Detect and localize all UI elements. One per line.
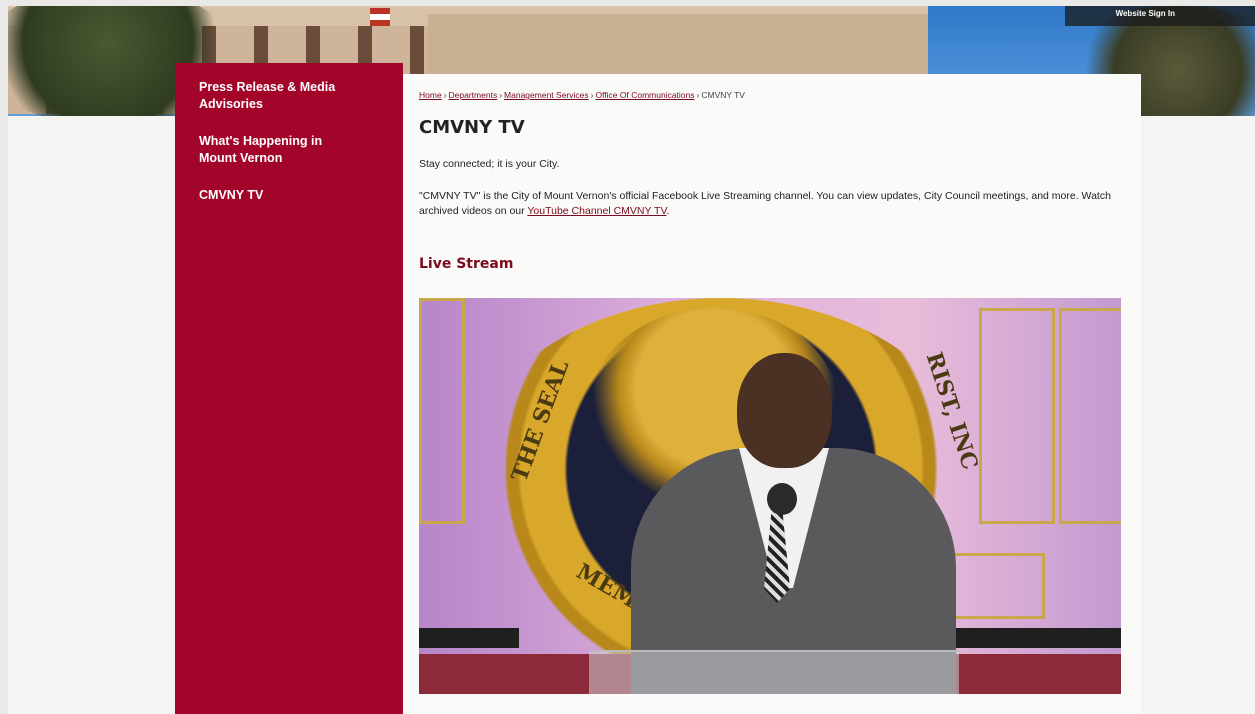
sidebar-item-press-release[interactable]: Press Release & Media Advisories [175, 79, 373, 113]
breadcrumb-departments[interactable]: Departments [449, 90, 498, 100]
breadcrumb: Home › Departments › Management Services › Off… [419, 90, 745, 100]
breadcrumb-separator: › [696, 90, 700, 100]
breadcrumb-management-services[interactable]: Management Services [504, 90, 589, 100]
breadcrumb-separator: › [590, 90, 594, 100]
page-tagline: Stay connected; it is your City. [419, 158, 560, 170]
page-description: "CMVNY TV" is the City of Mount Vernon's… [419, 189, 1119, 219]
page-title: CMVNY TV [419, 117, 525, 138]
breadcrumb-current: CMVNY TV [701, 90, 745, 100]
microphone-icon [767, 483, 797, 515]
live-stream-video[interactable]: THE SEAL RIST, INC MEM [419, 298, 1121, 694]
main-content: Home › Departments › Management Services › Off… [403, 74, 1141, 714]
sidebar-item-cmvny-tv[interactable]: CMVNY TV [175, 187, 403, 204]
breadcrumb-separator: › [499, 90, 503, 100]
screen: Website Sign In Press Release & Media Ad… [8, 6, 1255, 714]
breadcrumb-separator: › [443, 90, 447, 100]
website-sign-in-link[interactable]: Website Sign In [1116, 9, 1175, 18]
breadcrumb-home[interactable]: Home [419, 90, 442, 100]
top-utility-bar: Website Sign In [1065, 6, 1255, 26]
description-text: "CMVNY TV" is the City of Mount Vernon's… [419, 190, 1111, 217]
sidebar-item-whats-happening[interactable]: What's Happening in Mount Vernon [175, 133, 383, 167]
description-end: . [666, 205, 670, 217]
breadcrumb-office-of-communications[interactable]: Office Of Communications [595, 90, 694, 100]
sidebar-nav: Press Release & Media Advisories What's … [175, 63, 403, 714]
flag-icon [370, 8, 390, 26]
youtube-channel-link[interactable]: YouTube Channel CMVNY TV [527, 205, 666, 217]
lectern-image [589, 650, 959, 694]
live-stream-heading: Live Stream [419, 256, 514, 272]
